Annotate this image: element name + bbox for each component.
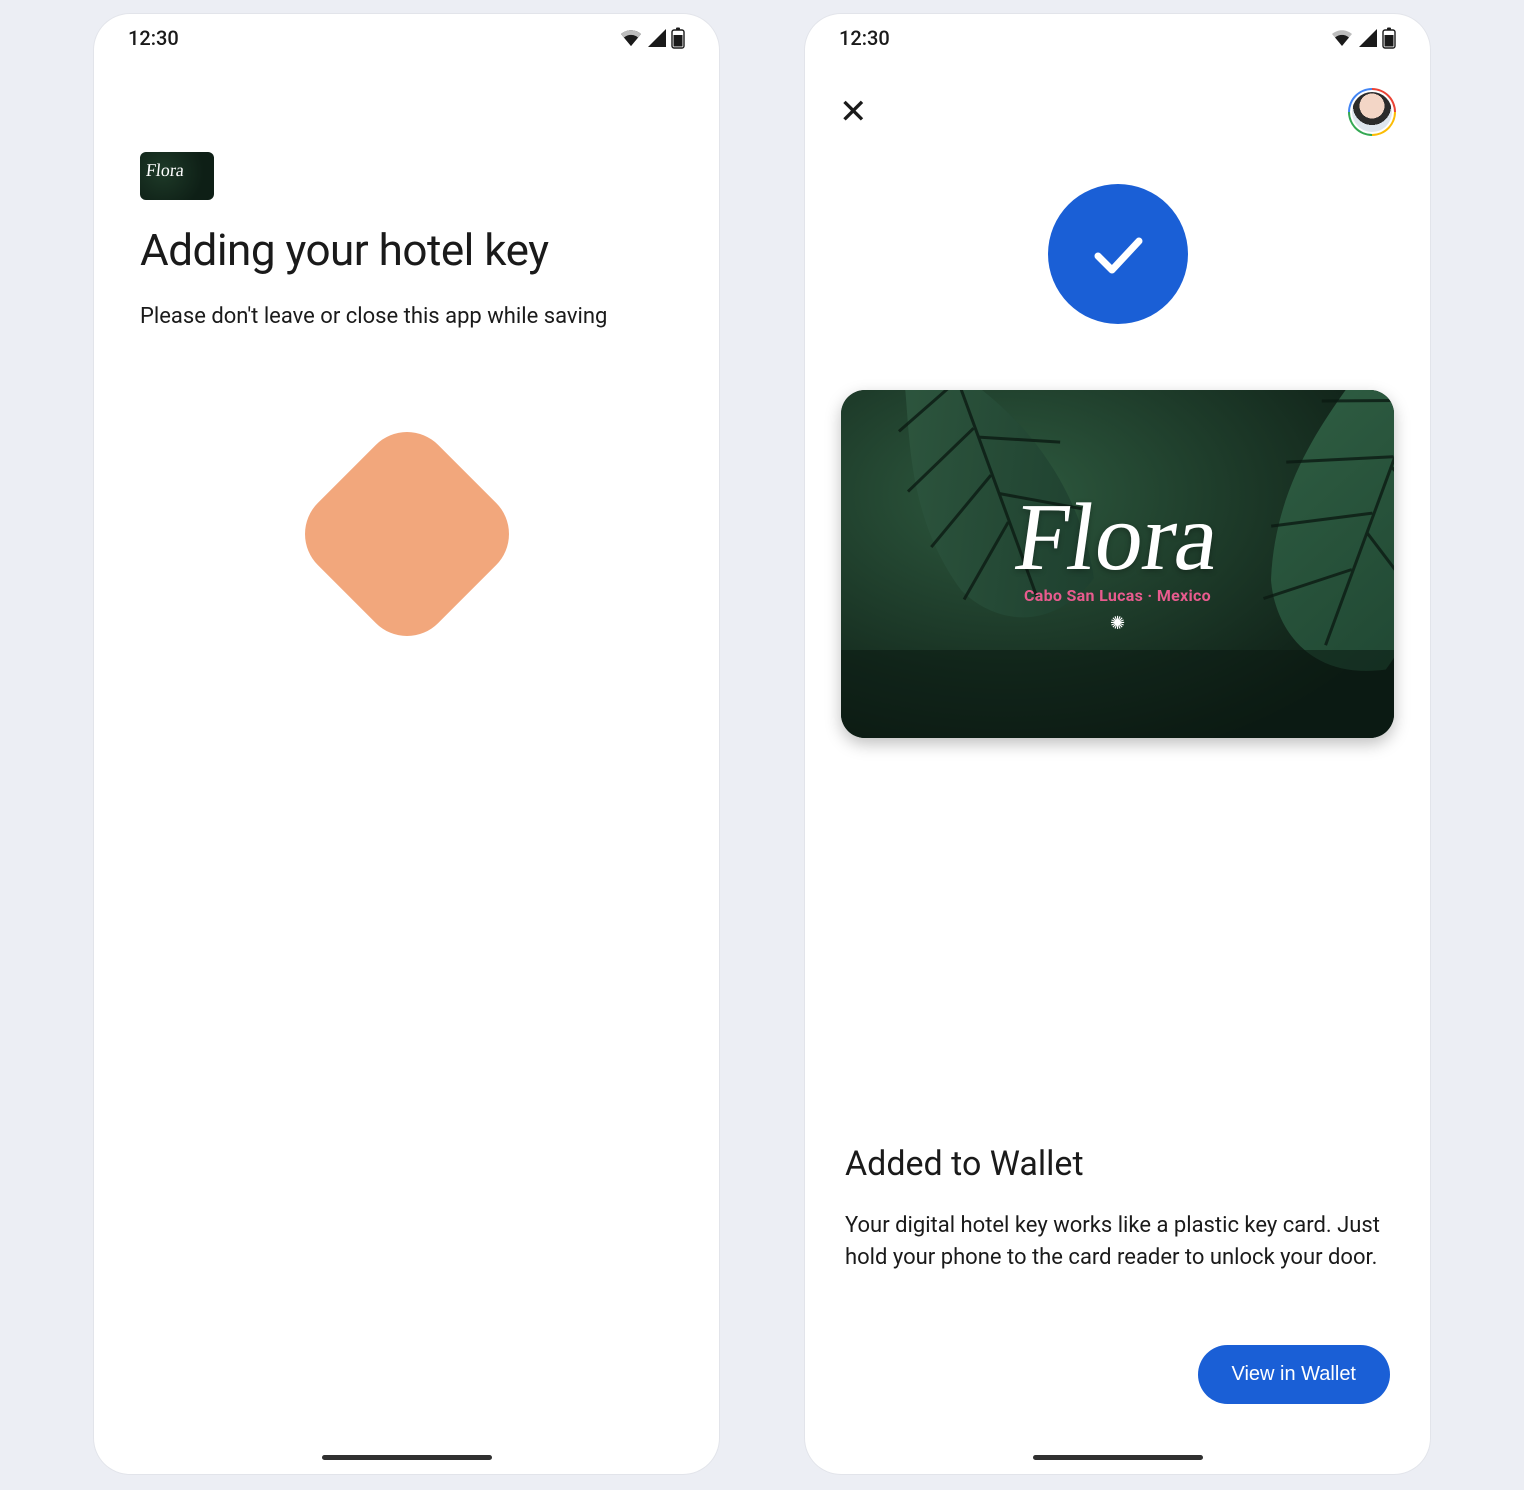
gesture-bar[interactable] <box>322 1455 492 1460</box>
added-title: Added to Wallet <box>845 1144 1390 1184</box>
added-description: Your digital hotel key works like a plas… <box>845 1210 1390 1274</box>
account-avatar[interactable] <box>1348 88 1396 136</box>
page-subtitle: Please don't leave or close this app whi… <box>140 304 673 329</box>
hotel-key-card[interactable]: Flora Cabo San Lucas · Mexico ✺ <box>841 390 1394 738</box>
loading-indicator <box>94 449 719 619</box>
hotel-key-thumbnail: Flora <box>140 152 214 200</box>
battery-icon <box>1382 27 1396 49</box>
phone-screen-adding: 12:30 Flora Adding your hotel key Please… <box>94 14 719 1474</box>
wifi-icon <box>619 28 643 48</box>
status-icons <box>619 27 685 49</box>
status-icons <box>1330 27 1396 49</box>
status-time: 12:30 <box>839 26 890 50</box>
battery-icon <box>671 27 685 49</box>
spinner-shape <box>286 414 526 654</box>
card-ornament-icon: ✺ <box>1110 613 1125 634</box>
avatar-photo <box>1352 92 1392 132</box>
view-in-wallet-button[interactable]: View in Wallet <box>1198 1345 1391 1404</box>
wifi-icon <box>1330 28 1354 48</box>
card-brand-logo: Flora <box>1010 494 1225 580</box>
phone-screen-added: 12:30 ✕ <box>805 14 1430 1474</box>
status-time: 12:30 <box>128 26 179 50</box>
status-bar: 12:30 <box>94 14 719 62</box>
close-icon[interactable]: ✕ <box>839 95 868 129</box>
cellular-icon <box>647 28 667 48</box>
page-title: Adding your hotel key <box>140 224 673 276</box>
gesture-bar[interactable] <box>1033 1455 1203 1460</box>
top-bar: ✕ <box>805 62 1430 136</box>
cellular-icon <box>1358 28 1378 48</box>
thumb-brand-logo: Flora <box>145 160 185 181</box>
status-bar: 12:30 <box>805 14 1430 62</box>
success-checkmark-icon <box>1048 184 1188 324</box>
